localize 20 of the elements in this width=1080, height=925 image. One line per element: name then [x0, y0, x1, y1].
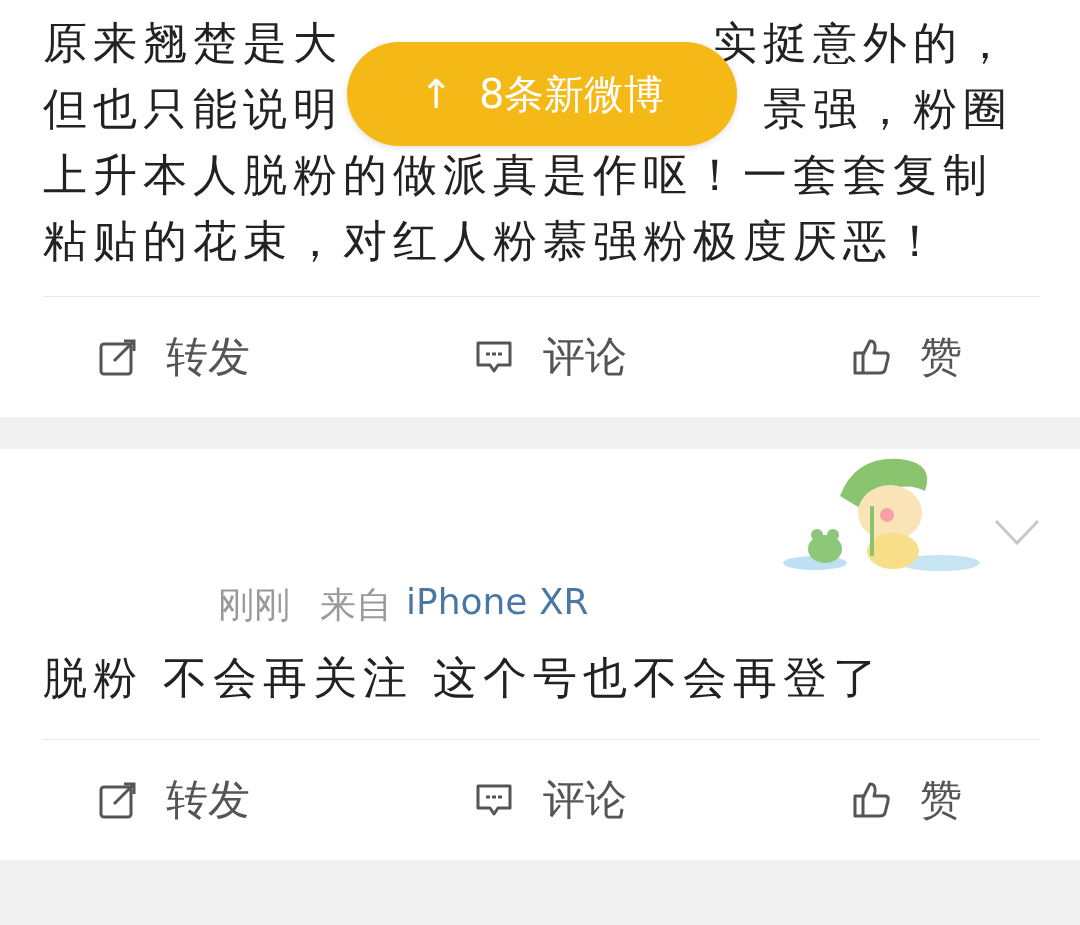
action-button[interactable]: 转发	[98, 772, 250, 828]
action-button[interactable]: 赞	[852, 772, 962, 828]
chevron-down-icon[interactable]	[994, 519, 1040, 547]
source-label: 来自	[320, 583, 392, 627]
action-button[interactable]: 评论	[475, 772, 627, 828]
post-text: 粘贴的花束，对红人粉慕强粉极度厌恶！	[43, 214, 943, 268]
action-button[interactable]: 赞	[852, 329, 962, 385]
edit-icon	[98, 780, 138, 820]
post-time: 刚刚	[218, 583, 290, 627]
thumbs-up-icon	[852, 337, 892, 377]
post-text: 原来翘楚是大	[43, 16, 343, 70]
action-button[interactable]: 转发	[98, 329, 250, 385]
source-link[interactable]: iPhone XR	[406, 581, 589, 630]
post-text: 但也只能说明	[43, 82, 343, 136]
post-text: 上升本人脱粉的做派真是作呕！一套套复制	[43, 148, 993, 202]
post-text: 景强，粉圈	[763, 82, 1013, 136]
edit-icon	[98, 337, 138, 377]
thumbs-up-icon	[852, 780, 892, 820]
post-text: 脱粉 不会再关注 这个号也不会再登了	[43, 651, 883, 705]
action-button[interactable]: 评论	[475, 329, 627, 385]
